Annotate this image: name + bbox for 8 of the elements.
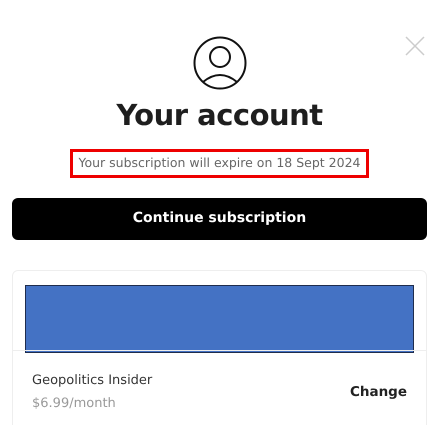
plan-price: $6.99/month xyxy=(32,395,117,414)
expiry-notice: Your subscription will expire on 18 Sept 2024 xyxy=(70,148,370,178)
continue-subscription-button[interactable]: Continue subscription xyxy=(12,198,427,240)
user-avatar-icon xyxy=(192,36,246,90)
dialog-title: Your account xyxy=(115,98,324,133)
change-link[interactable]: Change xyxy=(350,382,407,402)
plan-name: Geopolitics Insider xyxy=(32,372,152,390)
close-icon xyxy=(405,36,425,56)
